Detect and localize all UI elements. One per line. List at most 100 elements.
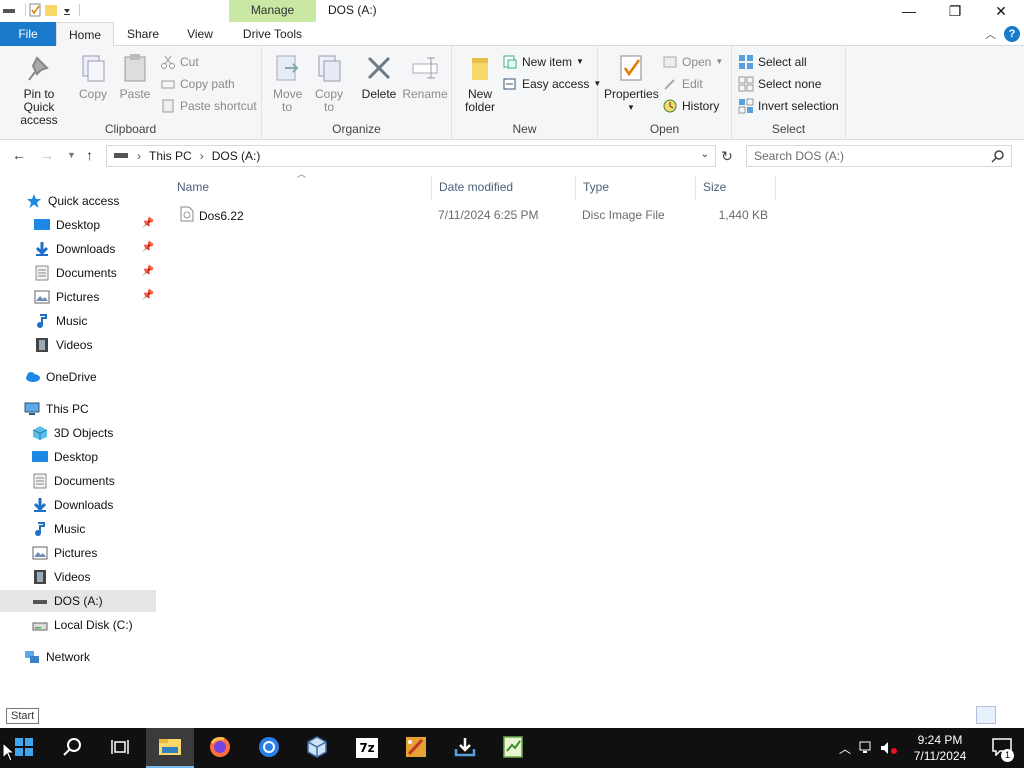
pin-icon[interactable]: 📌	[142, 218, 154, 229]
chrome-taskbar-button[interactable]	[245, 728, 293, 768]
copy-to-button[interactable]: Copy to	[312, 52, 346, 114]
drive-icon[interactable]	[2, 3, 16, 17]
taskbar: 7z ︿ 9:24 PM 7/11/2024 1	[0, 728, 1024, 768]
chevron-up-icon[interactable]: ︿	[834, 728, 856, 768]
new-item-button[interactable]: New item ▼	[502, 54, 584, 70]
volume-muted-icon[interactable]	[878, 728, 900, 768]
breadcrumb-this-pc[interactable]: This PC	[149, 149, 192, 163]
invert-selection-icon	[738, 98, 754, 114]
network-status-icon[interactable]	[856, 728, 878, 768]
close-button[interactable]: ✕	[978, 0, 1024, 22]
copy-path-button[interactable]: Copy path	[160, 76, 235, 92]
pin-icon[interactable]: 📌	[142, 266, 154, 277]
music-note-icon	[32, 521, 48, 537]
chevron-right-icon[interactable]: ›	[200, 149, 204, 163]
move-to-button[interactable]: Move to	[270, 52, 304, 114]
cut-button[interactable]: Cut	[160, 54, 199, 70]
rename-button[interactable]: Rename	[402, 52, 448, 101]
column-header-name[interactable]: Name	[170, 175, 432, 199]
file-explorer-taskbar-button[interactable]	[146, 728, 194, 768]
edit-button[interactable]: Edit	[662, 76, 703, 92]
open-label: Open	[649, 122, 680, 136]
task-view-button[interactable]	[96, 728, 144, 768]
nav-3d-objects[interactable]: 3D Objects	[0, 422, 156, 444]
select-none-button[interactable]: Select none	[738, 76, 821, 92]
properties-check-icon[interactable]	[28, 3, 42, 17]
7zip-taskbar-button[interactable]: 7z	[343, 728, 391, 768]
nav-quick-access[interactable]: Quick access	[0, 190, 156, 212]
copy-button[interactable]: Copy	[76, 52, 110, 101]
virtualbox-taskbar-button[interactable]	[293, 728, 341, 768]
action-center-button[interactable]: 1	[980, 728, 1024, 768]
firefox-taskbar-button[interactable]	[196, 728, 244, 768]
nav-desktop[interactable]: Desktop	[0, 446, 156, 468]
tab-drive-tools[interactable]: Drive Tools	[229, 22, 316, 46]
column-header-size[interactable]: Size	[696, 175, 776, 199]
paste-button[interactable]: Paste	[118, 52, 152, 101]
address-dropdown-icon[interactable]: ⌄	[701, 149, 709, 160]
pin-icon[interactable]: 📌	[142, 242, 154, 253]
nav-pictures[interactable]: Pictures	[0, 542, 156, 564]
invert-selection-button[interactable]: Invert selection	[738, 98, 839, 114]
paint-app-taskbar-button[interactable]	[392, 728, 440, 768]
maximize-button[interactable]: ❐	[932, 0, 978, 22]
new-folder-icon[interactable]	[44, 3, 58, 17]
edit-icon	[662, 76, 678, 92]
customize-qat-icon[interactable]	[60, 3, 74, 17]
nav-qa-desktop[interactable]: Desktop 📌	[0, 214, 156, 236]
nav-this-pc[interactable]: This PC	[0, 398, 156, 420]
recent-locations-icon[interactable]: ▼	[67, 150, 76, 160]
address-bar[interactable]: › This PC › DOS (A:) ⌄	[106, 145, 716, 167]
nav-qa-music[interactable]: Music	[0, 310, 156, 332]
pin-icon[interactable]: 📌	[142, 290, 154, 301]
nav-qa-downloads[interactable]: Downloads 📌	[0, 238, 156, 260]
minimize-button[interactable]: —	[886, 0, 932, 22]
easy-access-button[interactable]: Easy access ▼	[502, 76, 601, 92]
forward-arrow-icon[interactable]: →	[40, 147, 54, 163]
up-arrow-icon[interactable]: ↑	[86, 147, 93, 163]
nav-videos[interactable]: Videos	[0, 566, 156, 588]
tab-view[interactable]: View	[176, 22, 224, 46]
column-header-date-modified[interactable]: Date modified	[432, 175, 576, 199]
paste-shortcut-icon	[160, 98, 176, 114]
tab-file[interactable]: File	[0, 22, 56, 46]
nav-onedrive[interactable]: OneDrive	[0, 366, 156, 388]
properties-button[interactable]: Properties ▼	[604, 52, 659, 114]
details-view-icon[interactable]	[976, 706, 996, 724]
notepad-icon	[502, 735, 524, 762]
search-input[interactable]: Search DOS (A:)	[746, 145, 1012, 167]
address-row: ← → ▼ ↑ › This PC › DOS (A:) ⌄ ↻ Search …	[0, 142, 1024, 170]
nav-downloads[interactable]: Downloads	[0, 494, 156, 516]
nav-music[interactable]: Music	[0, 518, 156, 540]
breadcrumb-drive[interactable]: DOS (A:)	[212, 149, 261, 163]
pin-quick-access-button[interactable]: Pin to Quick access	[6, 52, 72, 127]
nav-dos-drive[interactable]: DOS (A:)	[0, 590, 156, 612]
delete-button[interactable]: Delete	[360, 52, 398, 101]
search-taskbar-button[interactable]	[48, 728, 96, 768]
nav-qa-pictures[interactable]: Pictures 📌	[0, 286, 156, 308]
paste-shortcut-button[interactable]: Paste shortcut	[160, 98, 257, 114]
clock[interactable]: 9:24 PM 7/11/2024	[900, 732, 980, 764]
notepad-app-taskbar-button[interactable]	[489, 728, 537, 768]
clock-time: 9:24 PM	[917, 733, 963, 747]
large-icons-view-icon[interactable]	[1000, 706, 1020, 724]
table-row[interactable]: Dos6.22 7/11/2024 6:25 PM Disc Image Fil…	[170, 204, 775, 226]
nav-local-disk[interactable]: Local Disk (C:)	[0, 614, 156, 636]
open-button[interactable]: Open ▼	[662, 54, 723, 70]
history-button[interactable]: History	[662, 98, 719, 114]
expand-ribbon-icon[interactable]: ︿	[985, 26, 996, 42]
nav-network[interactable]: Network	[0, 646, 156, 668]
column-header-type[interactable]: Type	[576, 175, 696, 199]
nav-qa-videos[interactable]: Videos	[0, 334, 156, 356]
back-arrow-icon[interactable]: ←	[12, 147, 26, 163]
select-all-button[interactable]: Select all	[738, 54, 807, 70]
new-folder-button[interactable]: New folder	[460, 52, 500, 114]
tab-home[interactable]: Home	[56, 22, 114, 47]
refresh-icon[interactable]: ↻	[717, 145, 737, 167]
download-app-taskbar-button[interactable]	[441, 728, 489, 768]
help-icon[interactable]: ?	[1004, 26, 1020, 42]
nav-documents[interactable]: Documents	[0, 470, 156, 492]
chevron-right-icon[interactable]: ›	[137, 149, 141, 163]
tab-share[interactable]: Share	[118, 22, 168, 46]
nav-qa-documents[interactable]: Documents 📌	[0, 262, 156, 284]
